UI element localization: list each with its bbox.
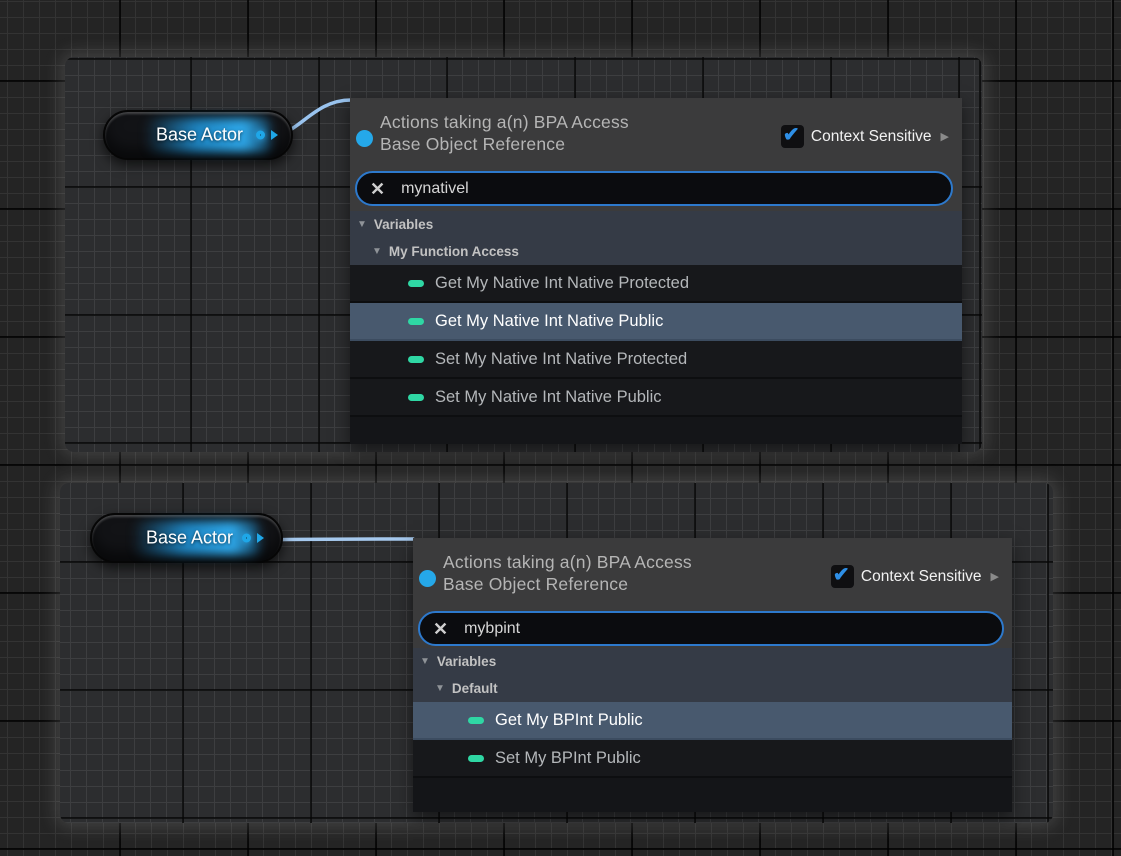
- object-output-pin-icon[interactable]: [256, 131, 265, 140]
- clear-search-icon[interactable]: ✕: [370, 180, 385, 198]
- blueprint-graph-canvas[interactable]: Base Actor Base Actor Actions taking a(n…: [0, 0, 1121, 856]
- pin-arrow-icon: [257, 533, 264, 543]
- checkbox-checked-icon[interactable]: ✔: [781, 125, 804, 148]
- search-query-text: mybpint: [464, 620, 520, 638]
- group-label: My Function Access: [389, 244, 519, 259]
- menu-header: Actions taking a(n) BPA Access Base Obje…: [413, 538, 1012, 648]
- action-list: ▼ Variables ▼ My Function Access Get My …: [350, 211, 962, 444]
- search-input[interactable]: ✕ mybpint: [418, 611, 1004, 646]
- list-item[interactable]: Set My Native Int Native Public: [350, 379, 962, 417]
- collapse-triangle-icon: ▼: [372, 246, 382, 257]
- item-label: Set My Native Int Native Protected: [435, 350, 687, 369]
- variable-pill-icon: [408, 280, 424, 287]
- menu-title: Actions taking a(n) BPA Access Base Obje…: [380, 111, 629, 155]
- node-label: Base Actor: [156, 125, 243, 146]
- item-label: Get My Native Int Native Public: [435, 312, 663, 331]
- group-variables[interactable]: ▼ Variables: [350, 211, 962, 238]
- group-variables[interactable]: ▼ Variables: [413, 648, 1012, 675]
- menu-title-line1: Actions taking a(n) BPA Access: [380, 111, 629, 133]
- menu-title-line2: Base Object Reference: [443, 573, 692, 595]
- search-input[interactable]: ✕ mynativel: [355, 171, 953, 206]
- item-label: Get My BPInt Public: [495, 711, 643, 730]
- item-label: Set My BPInt Public: [495, 749, 641, 768]
- check-mark-icon: ✔: [833, 562, 850, 587]
- variable-pill-icon: [408, 318, 424, 325]
- menu-header: Actions taking a(n) BPA Access Base Obje…: [350, 98, 962, 211]
- collapse-triangle-icon: ▼: [420, 656, 430, 667]
- collapse-triangle-icon: ▼: [435, 683, 445, 694]
- checkbox-checked-icon[interactable]: ✔: [831, 565, 854, 588]
- group-default[interactable]: ▼ Default: [413, 675, 1012, 702]
- list-item[interactable]: Get My Native Int Native Protected: [350, 265, 962, 303]
- menu-title-line2: Base Object Reference: [380, 133, 629, 155]
- chevron-right-icon[interactable]: ▶: [941, 130, 949, 143]
- group-label: Default: [452, 681, 498, 696]
- item-label: Get My Native Int Native Protected: [435, 274, 689, 293]
- base-actor-node-bottom[interactable]: Base Actor: [90, 513, 283, 563]
- context-sensitive-label: Context Sensitive: [861, 568, 982, 586]
- pin-arrow-icon: [271, 130, 278, 140]
- chevron-right-icon[interactable]: ▶: [991, 570, 999, 583]
- context-sensitive-toggle[interactable]: ✔ Context Sensitive ▶: [831, 565, 999, 588]
- node-label: Base Actor: [146, 528, 233, 549]
- variable-pill-icon: [468, 755, 484, 762]
- variable-pill-icon: [468, 717, 484, 724]
- context-menu-top: Actions taking a(n) BPA Access Base Obje…: [350, 98, 962, 444]
- menu-title-line1: Actions taking a(n) BPA Access: [443, 551, 692, 573]
- base-actor-node-top[interactable]: Base Actor: [103, 110, 293, 160]
- object-output-pin-icon[interactable]: [242, 534, 251, 543]
- item-label: Set My Native Int Native Public: [435, 388, 662, 407]
- variable-pill-icon: [408, 394, 424, 401]
- group-label: Variables: [437, 654, 496, 669]
- group-label: Variables: [374, 217, 433, 232]
- variable-pill-icon: [408, 356, 424, 363]
- list-item-selected[interactable]: Get My Native Int Native Public: [350, 303, 962, 341]
- context-menu-bottom: Actions taking a(n) BPA Access Base Obje…: [413, 538, 1012, 812]
- context-sensitive-label: Context Sensitive: [811, 128, 932, 146]
- list-item-selected[interactable]: Get My BPInt Public: [413, 702, 1012, 740]
- group-my-function-access[interactable]: ▼ My Function Access: [350, 238, 962, 265]
- list-item[interactable]: Set My Native Int Native Protected: [350, 341, 962, 379]
- pin-type-dot-icon: [356, 130, 373, 147]
- pin-type-dot-icon: [419, 570, 436, 587]
- context-sensitive-toggle[interactable]: ✔ Context Sensitive ▶: [781, 125, 949, 148]
- clear-search-icon[interactable]: ✕: [433, 620, 448, 638]
- search-query-text: mynativel: [401, 180, 469, 198]
- collapse-triangle-icon: ▼: [357, 219, 367, 230]
- action-list: ▼ Variables ▼ Default Get My BPInt Publi…: [413, 648, 1012, 812]
- menu-title: Actions taking a(n) BPA Access Base Obje…: [443, 551, 692, 595]
- list-item[interactable]: Set My BPInt Public: [413, 740, 1012, 778]
- check-mark-icon: ✔: [783, 122, 800, 147]
